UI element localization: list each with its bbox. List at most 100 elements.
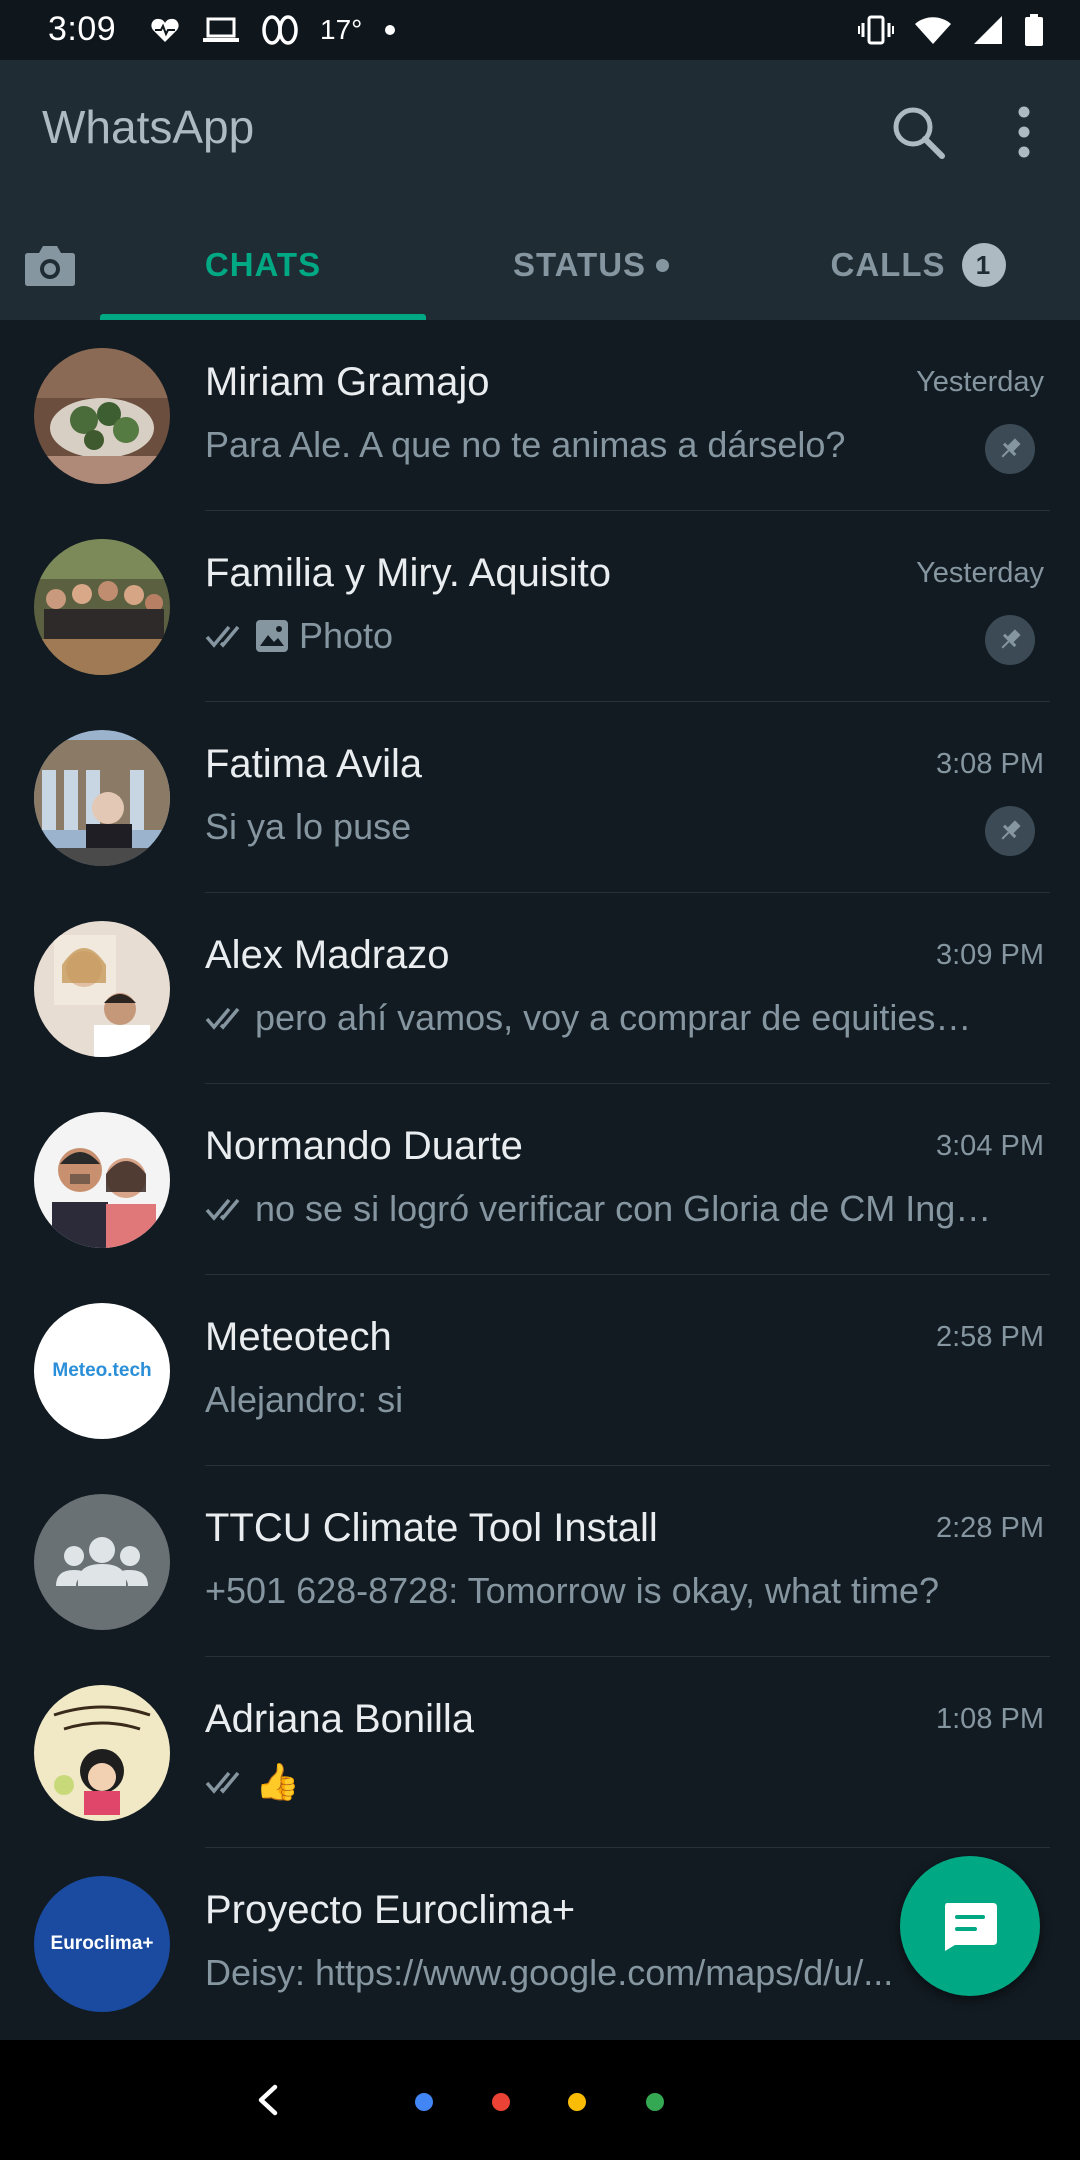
- chat-name: Adriana Bonilla: [205, 1697, 475, 1741]
- avatar-photo-plants: [34, 348, 170, 484]
- double-check-icon: [205, 625, 240, 648]
- photo-icon: [256, 620, 288, 652]
- avatar[interactable]: Meteo.tech: [34, 1303, 170, 1439]
- vibrate-icon: [858, 15, 894, 45]
- chat-name: Fatima Avila: [205, 742, 423, 786]
- avatar[interactable]: [34, 1685, 170, 1821]
- avatar-photo-couple: [34, 921, 170, 1057]
- tab-calls[interactable]: CALLS 1: [756, 210, 1080, 320]
- status-left-icons: 17°: [150, 12, 396, 48]
- chat-preview: 👍: [205, 1761, 1015, 1803]
- chat-preview-text: pero ahí vamos, voy a comprar de equitie…: [255, 997, 972, 1038]
- chat-row[interactable]: Normando Duarte 3:04 PM no se si logró v…: [0, 1084, 1080, 1275]
- chat-time: 2:28 PM: [936, 1512, 1044, 1544]
- double-check-icon: [205, 1771, 240, 1794]
- chat-name: Miriam Gramajo: [205, 360, 490, 404]
- chat-preview: no se si logró verificar con Gloria de C…: [205, 1188, 1015, 1230]
- search-button[interactable]: [886, 100, 950, 164]
- chat-preview-text: no se si logró verificar con Gloria de C…: [255, 1188, 992, 1229]
- chat-row[interactable]: Fatima Avila 3:08 PM Si ya lo puse: [0, 702, 1080, 893]
- chat-name: Normando Duarte: [205, 1124, 523, 1168]
- chat-name: Meteotech: [205, 1315, 392, 1359]
- group-icon: [56, 1537, 148, 1586]
- chat-preview: Para Ale. A que no te animas a dárselo?: [205, 424, 1015, 466]
- avatar[interactable]: Euroclima+: [34, 1876, 170, 2012]
- status-right-icons: [858, 12, 1044, 48]
- assistant-dot-blue[interactable]: [415, 2093, 433, 2111]
- infinity-icon: [262, 15, 298, 45]
- chat-preview: +501 628-8728: Tomorrow is okay, what ti…: [205, 1570, 1015, 1612]
- chat-row[interactable]: Alex Madrazo 3:09 PM pero ahí vamos, voy…: [0, 893, 1080, 1084]
- chat-preview: Deisy: https://www.google.com/maps/d/u/.…: [205, 1952, 1015, 1994]
- double-check-icon: [205, 1198, 240, 1221]
- tab-chats[interactable]: CHATS: [100, 210, 426, 320]
- status-temperature: 17°: [320, 14, 363, 45]
- avatar-photo-group: [34, 539, 170, 675]
- calls-badge: 1: [961, 243, 1006, 287]
- tab-chats-label: CHATS: [204, 246, 322, 283]
- new-chat-icon: [945, 1903, 997, 1951]
- tab-status[interactable]: STATUS: [426, 210, 756, 320]
- chat-row[interactable]: Miriam Gramajo Yesterday Para Ale. A que…: [0, 320, 1080, 511]
- chat-preview-text: Si ya lo puse: [205, 806, 412, 847]
- wifi-icon: [915, 17, 951, 44]
- assistant-dot-yellow[interactable]: [568, 2093, 586, 2111]
- chat-row[interactable]: Meteo.tech Meteotech 2:58 PM Alejandro: …: [0, 1275, 1080, 1466]
- avatar[interactable]: [34, 921, 170, 1057]
- laptop-icon: [203, 17, 239, 42]
- pin-icon: [985, 424, 1035, 474]
- chat-preview-text: Deisy: https://www.google.com/maps/d/u/.…: [205, 1952, 894, 1993]
- chat-list: Miriam Gramajo Yesterday Para Ale. A que…: [0, 320, 1080, 2040]
- tab-status-label: STATUS: [512, 246, 647, 283]
- chat-preview-text: +501 628-8728: Tomorrow is okay, what ti…: [205, 1570, 940, 1611]
- chat-time: 3:09 PM: [936, 939, 1044, 971]
- pin-icon: [985, 806, 1035, 856]
- chat-time: 1:08 PM: [936, 1703, 1044, 1735]
- back-arrow-icon: [258, 2084, 278, 2116]
- more-vert-icon: [1018, 106, 1030, 158]
- double-check-icon: [205, 1007, 240, 1030]
- chat-preview: Alejandro: si: [205, 1379, 1015, 1421]
- avatar[interactable]: [34, 730, 170, 866]
- avatar[interactable]: [34, 348, 170, 484]
- chat-preview-text: Alejandro: si: [205, 1379, 404, 1420]
- back-button[interactable]: [238, 2070, 298, 2130]
- app-bar: WhatsApp CHATS STATUS CALLS 1: [0, 60, 1080, 320]
- chat-row[interactable]: Familia y Miry. Aquisito Yesterday Photo: [0, 511, 1080, 702]
- chat-preview: pero ahí vamos, voy a comprar de equitie…: [205, 997, 1015, 1039]
- more-options-button[interactable]: [1000, 100, 1048, 164]
- tab-calls-label: CALLS: [830, 246, 946, 283]
- status-time: 3:09: [48, 10, 117, 48]
- app-title: WhatsApp: [42, 101, 255, 153]
- assistant-dot-green[interactable]: [646, 2093, 664, 2111]
- chat-time: 3:08 PM: [936, 748, 1044, 780]
- chat-name: Proyecto Euroclima+: [205, 1888, 576, 1932]
- new-chat-button[interactable]: [900, 1856, 1040, 1996]
- heart-pulse-icon: [151, 18, 179, 42]
- chat-time: Yesterday: [916, 557, 1044, 589]
- status-bar: 3:09 17°: [0, 0, 1080, 60]
- meteotech-logo: Meteo.tech: [52, 1360, 152, 1381]
- chat-time: 2:58 PM: [936, 1321, 1044, 1353]
- navigation-bar: [0, 2040, 1080, 2160]
- chat-preview-text: Para Ale. A que no te animas a dárselo?: [205, 424, 846, 465]
- tab-bar: CHATS STATUS CALLS 1: [0, 210, 1080, 320]
- status-unread-dot: [656, 258, 670, 272]
- avatar[interactable]: [34, 1112, 170, 1248]
- pin-icon: [985, 615, 1035, 665]
- battery-icon: [1025, 14, 1043, 46]
- search-icon: [893, 107, 945, 159]
- chat-row[interactable]: Adriana Bonilla 1:08 PM 👍: [0, 1657, 1080, 1848]
- avatar[interactable]: [34, 539, 170, 675]
- tab-camera[interactable]: [0, 210, 100, 320]
- chat-time: 3:04 PM: [936, 1130, 1044, 1162]
- chat-preview: Si ya lo puse: [205, 806, 1015, 848]
- euroclima-logo: Euroclima+: [50, 1933, 154, 1954]
- chat-row[interactable]: TTCU Climate Tool Install 2:28 PM +501 6…: [0, 1466, 1080, 1657]
- signal-icon: [974, 16, 1002, 44]
- chat-preview-text: 👍: [255, 1761, 300, 1802]
- avatar[interactable]: [34, 1494, 170, 1630]
- chat-preview: Photo: [205, 615, 1015, 657]
- dot-icon: [385, 25, 396, 35]
- assistant-dot-red[interactable]: [492, 2093, 510, 2111]
